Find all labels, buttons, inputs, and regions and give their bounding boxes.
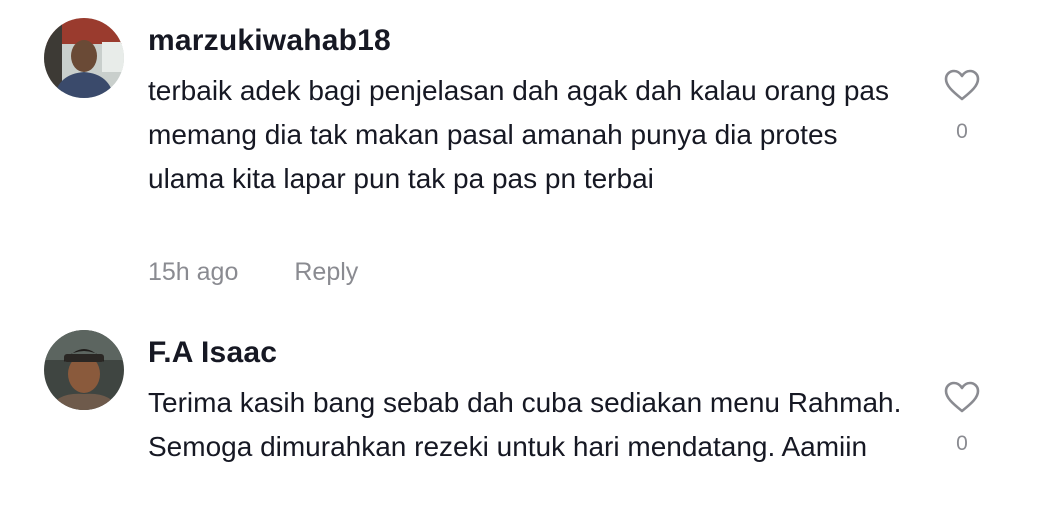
avatar-photo xyxy=(44,18,124,98)
like-button[interactable] xyxy=(938,68,986,108)
like-column: 0 xyxy=(938,68,986,144)
comment-timestamp: 15h ago xyxy=(148,258,239,286)
heart-outline-icon xyxy=(944,381,980,413)
reply-button[interactable]: Reply xyxy=(294,258,358,286)
like-count: 0 xyxy=(956,120,968,143)
comment-text: Terima kasih bang sebab dah cuba sediaka… xyxy=(148,387,902,462)
comments-list: marzukiwahab18 terbaik adek bagi penjela… xyxy=(0,0,1040,516)
like-count: 0 xyxy=(956,432,968,455)
comment-username[interactable]: F.A Isaac xyxy=(148,336,277,370)
comment-meta: 15h ago Reply xyxy=(148,258,358,287)
like-column: 0 xyxy=(938,380,986,456)
avatar[interactable] xyxy=(44,18,124,98)
comment-text: terbaik adek bagi penjelasan dah agak da… xyxy=(148,75,890,194)
comment-username[interactable]: marzukiwahab18 xyxy=(148,24,391,58)
heart-outline-icon xyxy=(944,69,980,101)
like-button[interactable] xyxy=(938,380,986,420)
avatar[interactable] xyxy=(44,330,124,410)
avatar-photo xyxy=(44,330,124,410)
